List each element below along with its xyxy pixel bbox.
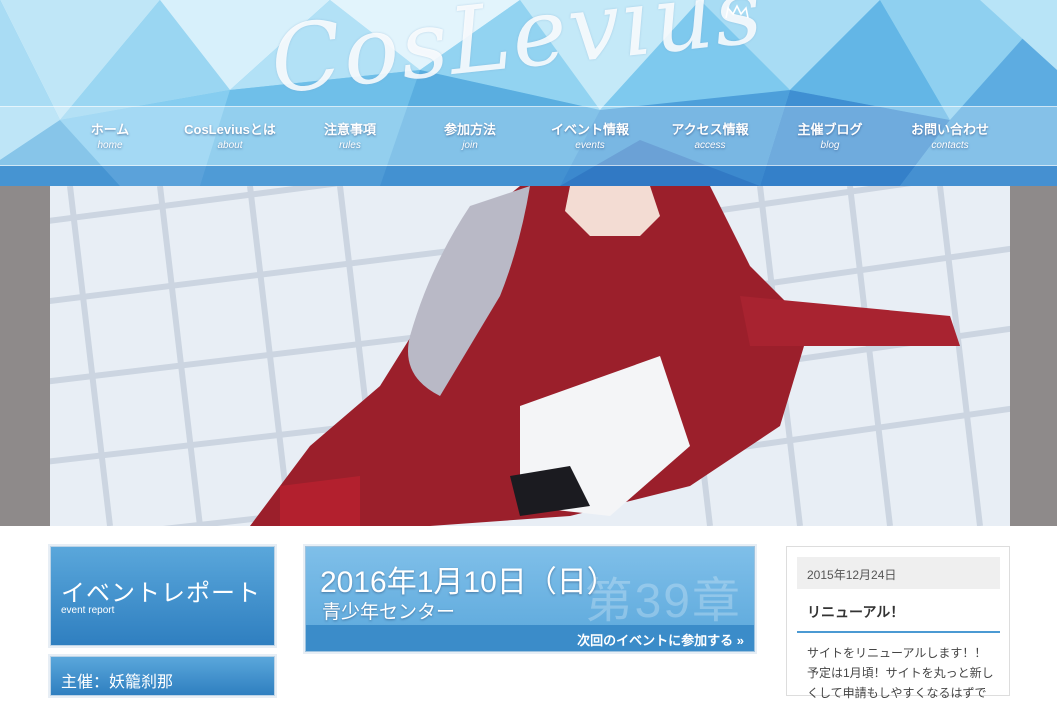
nav-sublabel: home: [97, 140, 123, 151]
event-report-subtitle: event report: [61, 605, 115, 616]
nav-label: お問い合わせ: [910, 122, 989, 137]
nav-sublabel: events: [575, 140, 605, 151]
next-event-card[interactable]: 第39章 2016年1月10日（日） 青少年センター 次回のイベントに参加する …: [305, 546, 755, 652]
organizer-card[interactable]: 主催：妖籠刹那: [50, 656, 275, 696]
organizer-label: 主催：妖籠刹那: [61, 674, 174, 691]
news-date: 2015年12月24日: [797, 557, 1000, 589]
nav-item-blog[interactable]: 主催ブログ blog: [770, 119, 890, 151]
crown-icon: [725, 4, 749, 19]
nav-label: アクセス情報: [671, 122, 749, 137]
hero-illustration: [50, 186, 1010, 526]
news-sidebar: 2015年12月24日 リニューアル！ サイトをリニューアルします！！予定は1月…: [786, 546, 1010, 700]
nav-item-home[interactable]: ホーム home: [50, 119, 170, 151]
nav-sublabel: rules: [339, 140, 361, 151]
event-report-card[interactable]: イベントレポート event report: [50, 546, 275, 646]
nav-sublabel: join: [462, 140, 478, 151]
hero-banner: [0, 186, 1057, 526]
nav-item-contacts[interactable]: お問い合わせ contacts: [890, 119, 1010, 151]
news-divider: [797, 631, 1000, 633]
nav-item-events[interactable]: イベント情報 events: [530, 119, 650, 151]
nav-item-access[interactable]: アクセス情報 access: [650, 119, 770, 151]
event-date: 2016年1月10日（日）: [320, 566, 617, 599]
event-venue: 青少年センター: [322, 602, 456, 623]
nav-label: CosLeviusとは: [184, 122, 276, 137]
nav-label: ホーム: [90, 122, 130, 137]
news-body: サイトをリニューアルします！！予定は1月頃！サイトを丸っと新しくして申請もしやす…: [807, 646, 994, 700]
news-title[interactable]: リニューアル！: [807, 602, 904, 622]
nav-item-rules[interactable]: 注意事項 rules: [290, 119, 410, 151]
hero-photo: [50, 186, 1010, 526]
nav-sublabel: about: [217, 140, 243, 151]
nav-label: 参加方法: [443, 122, 496, 137]
nav-sublabel: contacts: [931, 140, 969, 151]
nav-label: 注意事項: [323, 122, 376, 137]
nav-sublabel: blog: [820, 140, 840, 151]
nav-item-join[interactable]: 参加方法 join: [410, 119, 530, 151]
event-report-title: イベントレポート: [61, 580, 261, 607]
nav-item-about[interactable]: CosLeviusとは about: [170, 119, 290, 151]
join-event-link[interactable]: 次回のイベントに参加する »: [306, 625, 754, 651]
main-navigation: ホーム home CosLeviusとは about 注意事項 rules 参加方法 j…: [0, 106, 1057, 166]
nav-label: 主催ブログ: [797, 122, 863, 137]
site-header: CosLevius ホーム home CosLeviusとは about 注意事項 r…: [0, 0, 1057, 186]
nav-sublabel: access: [694, 140, 726, 151]
nav-label: イベント情報: [550, 122, 629, 137]
